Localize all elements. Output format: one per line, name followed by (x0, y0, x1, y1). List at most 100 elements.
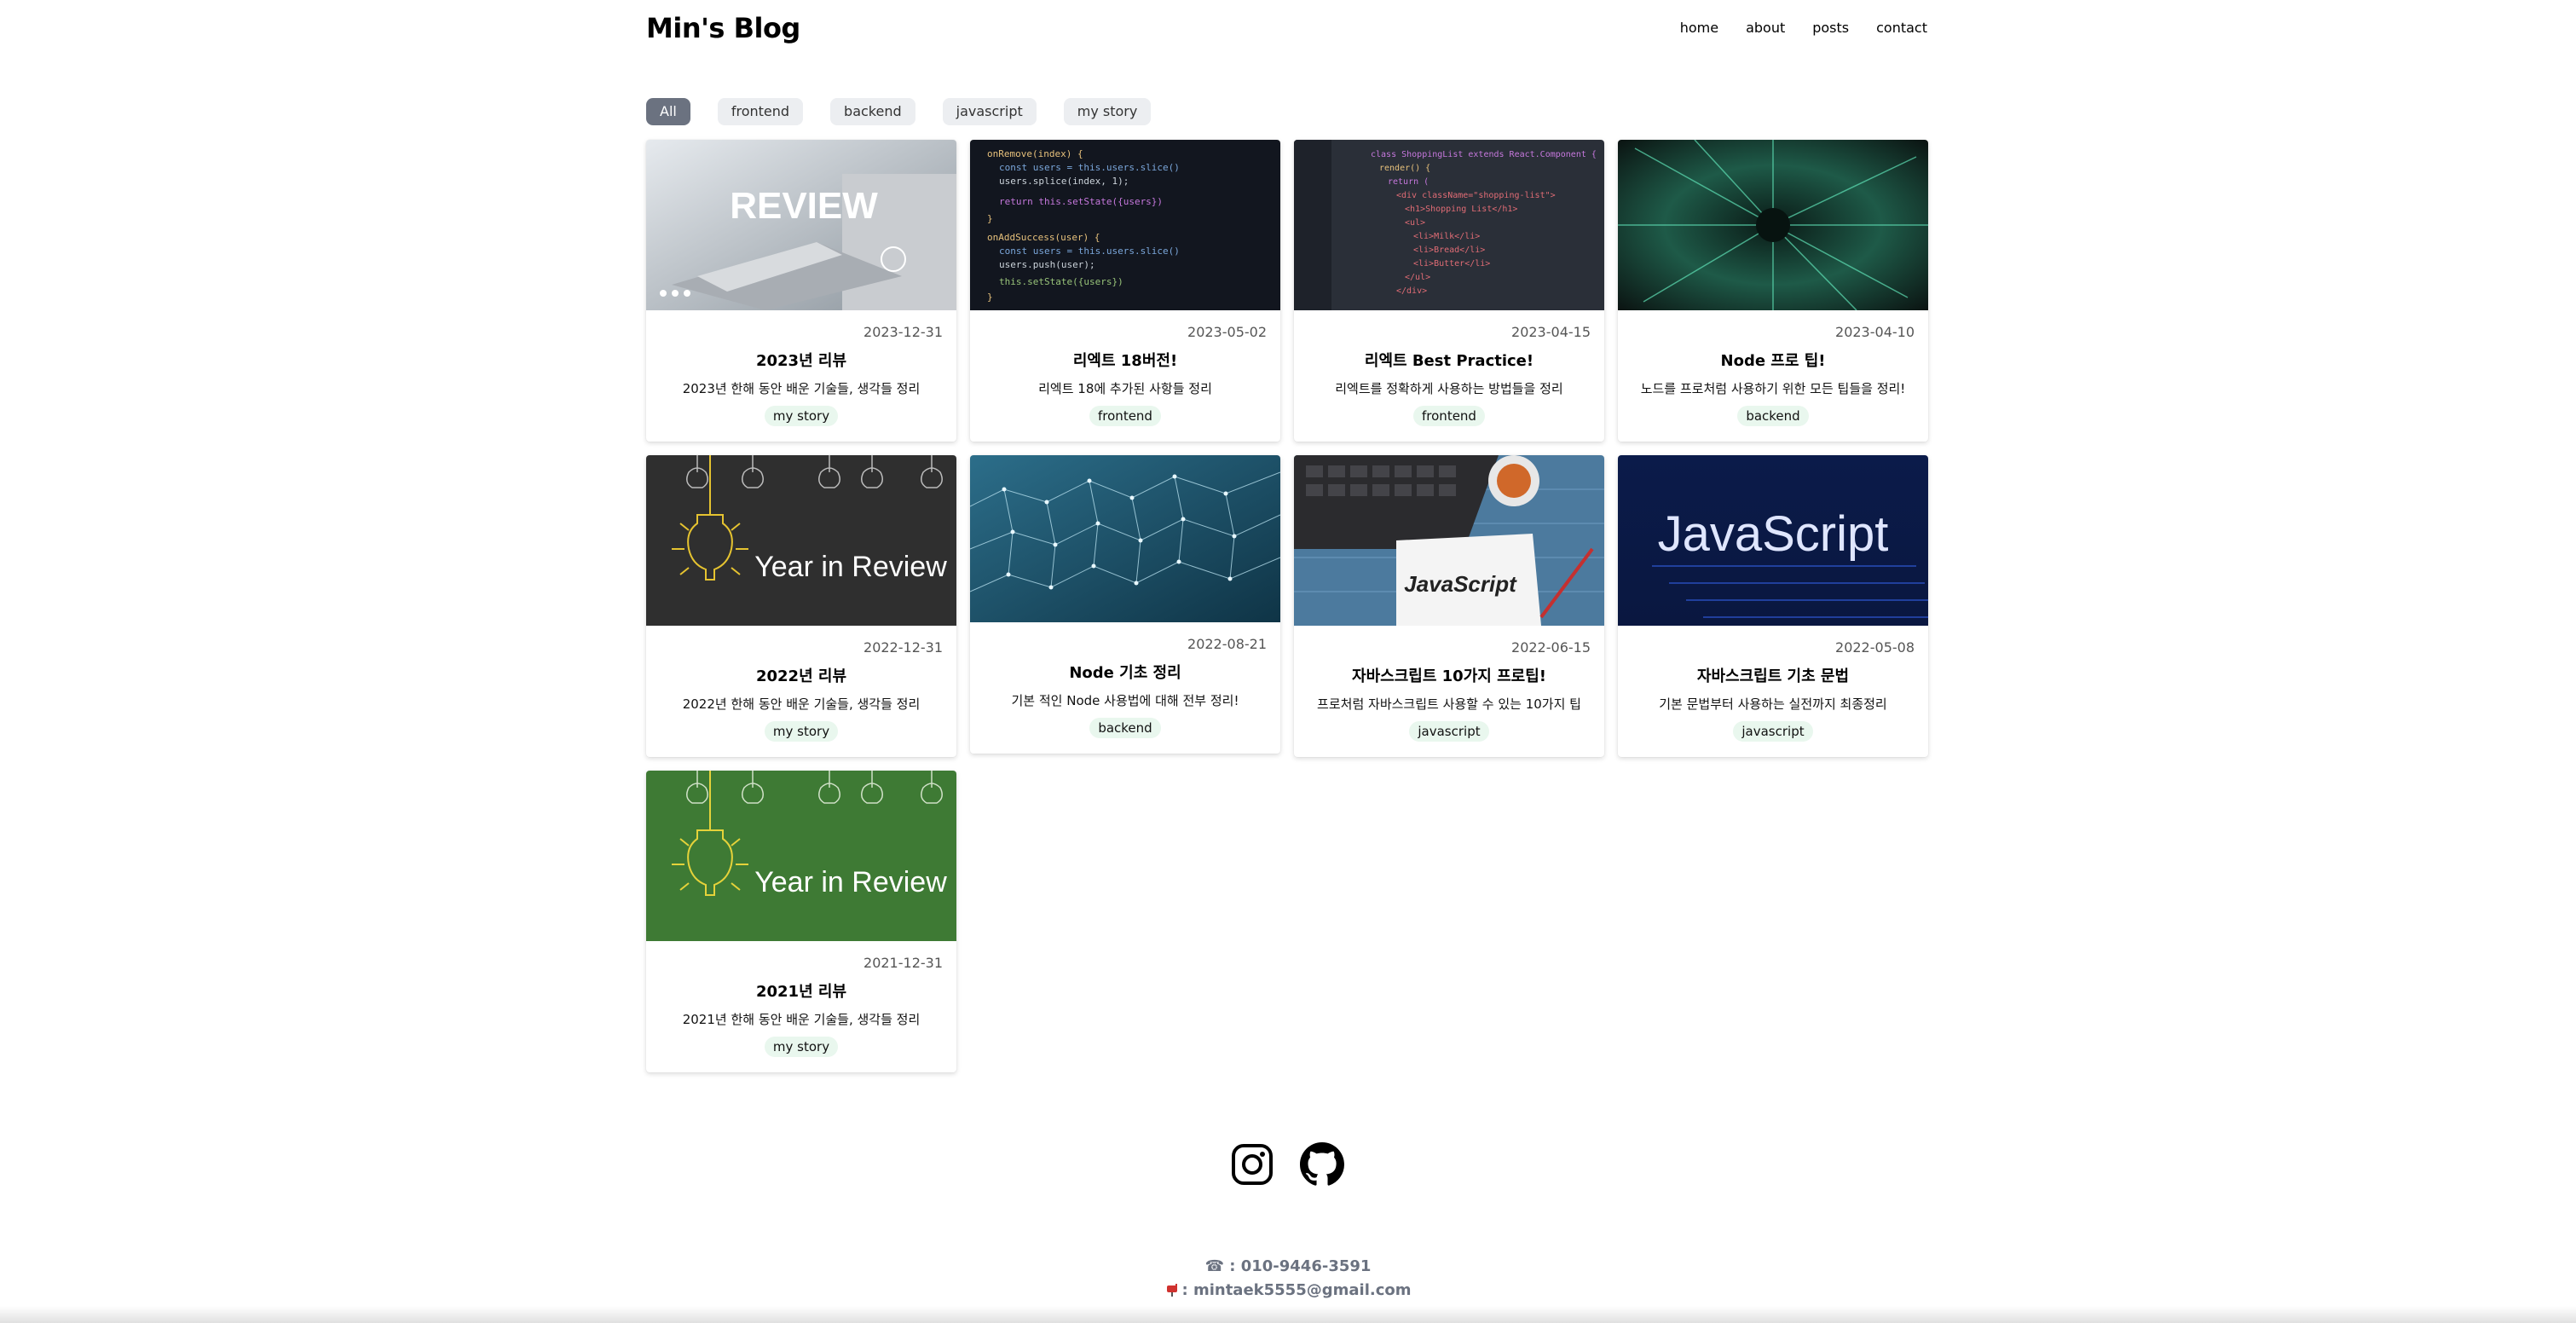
filter-chip-javascript[interactable]: javascript (942, 98, 1037, 125)
thumbnail-caption: Year in Review (754, 866, 947, 898)
post-date: 2022-12-31 (863, 639, 943, 656)
nav-contact-link[interactable]: contact (1876, 20, 1927, 36)
post-description: 2021년 한해 동안 배운 기술들, 생각들 정리 (682, 1012, 921, 1027)
post-card[interactable]: JavaScript 2022-06-15 자바스크립트 10가지 프로팁! 프… (1294, 455, 1604, 757)
post-category-tag: frontend (1089, 406, 1161, 426)
svg-text:}: } (987, 292, 993, 303)
post-thumbnail (1618, 140, 1928, 310)
thumbnail-caption: JavaScript (1658, 506, 1889, 562)
svg-text:<li>Bread</li>: <li>Bread</li> (1413, 246, 1485, 255)
post-card[interactable]: JavaScript 2022-05-08 자바스크립트 기초 문법 기본 문법… (1618, 455, 1928, 757)
post-thumbnail: Year in Review (646, 455, 956, 626)
category-filter-bar: All frontend backend javascript my story (646, 98, 1152, 125)
svg-text:users.push(user);: users.push(user); (999, 259, 1095, 270)
post-description: 2022년 한해 동안 배운 기술들, 생각들 정리 (682, 696, 921, 712)
post-category-tag: frontend (1413, 406, 1485, 426)
post-description: 기본 적인 Node 사용법에 대해 전부 정리! (1011, 693, 1239, 708)
site-logo[interactable]: Min's Blog (646, 12, 800, 44)
nav-posts-link[interactable]: posts (1812, 20, 1849, 36)
post-title: 2023년 리뷰 (755, 352, 847, 370)
contact-email-text: : mintaek5555@gmail.com (1181, 1281, 1412, 1299)
thumbnail-caption: Year in Review (754, 551, 947, 583)
post-title: Node 프로 팁! (1720, 352, 1826, 370)
post-date: 2023-05-02 (1187, 324, 1267, 340)
post-date: 2023-12-31 (863, 324, 943, 340)
svg-text:this.setState({users}): this.setState({users}) (999, 276, 1123, 287)
post-thumbnail: JavaScript (1294, 455, 1604, 626)
post-card[interactable]: REVIEW 2023-12-31 2023년 리뷰 2023년 한해 동안 배… (646, 140, 956, 442)
filter-chip-frontend[interactable]: frontend (717, 98, 804, 125)
post-title: Node 기초 정리 (1069, 664, 1181, 682)
post-category-tag: backend (1089, 718, 1161, 738)
post-card[interactable]: onRemove(index) { const users = this.use… (970, 140, 1280, 442)
nav-home-link[interactable]: home (1680, 20, 1718, 36)
post-thumbnail: JavaScript (1618, 455, 1928, 626)
post-category-tag: backend (1737, 406, 1809, 426)
svg-text:</ul>: </ul> (1405, 273, 1430, 282)
mailbox-icon (1165, 1282, 1181, 1302)
svg-text:<h1>Shopping List</h1>: <h1>Shopping List</h1> (1405, 205, 1517, 214)
post-card[interactable]: 2023-04-10 Node 프로 팁! 노드를 프로처럼 사용하기 위한 모… (1618, 140, 1928, 442)
post-description: 리엑트 18에 추가된 사항들 정리 (1038, 381, 1212, 396)
svg-text:return (: return ( (1388, 177, 1429, 187)
thumbnail-caption: JavaScript (1404, 571, 1517, 597)
bottom-shadow (0, 1306, 2576, 1323)
post-date: 2022-08-21 (1187, 636, 1267, 652)
post-thumbnail (970, 455, 1280, 622)
site-header: Min's Blog home about posts contact (646, 0, 1927, 60)
post-grid: REVIEW 2023-12-31 2023년 리뷰 2023년 한해 동안 배… (646, 140, 1928, 1072)
svg-text:const users = this.users.slice: const users = this.users.slice() (999, 162, 1180, 173)
github-icon[interactable] (1300, 1142, 1344, 1187)
post-card[interactable]: 2022-08-21 Node 기초 정리 기본 적인 Node 사용법에 대해… (970, 455, 1280, 754)
svg-text:<li>Milk</li>: <li>Milk</li> (1413, 232, 1480, 241)
post-card[interactable]: Year in Review 2021-12-31 2021년 리뷰 2021년… (646, 771, 956, 1072)
post-title: 자바스크립트 기초 문법 (1696, 667, 1850, 685)
filter-chip-all[interactable]: All (646, 98, 690, 125)
post-thumbnail: onRemove(index) { const users = this.use… (970, 140, 1280, 310)
svg-text:class ShoppingList extends Rea: class ShoppingList extends React.Compone… (1371, 150, 1597, 159)
post-description: 기본 문법부터 사용하는 실전까지 최종정리 (1659, 696, 1887, 712)
contact-phone: ☎ : 010-9446-3591 (1204, 1257, 1372, 1275)
svg-text:<ul>: <ul> (1405, 218, 1425, 228)
post-card[interactable]: class ShoppingList extends React.Compone… (1294, 140, 1604, 442)
svg-text:<li>Butter</li>: <li>Butter</li> (1413, 259, 1490, 269)
post-title: 리엑트 Best Practice! (1364, 352, 1534, 370)
post-title: 자바스크립트 10가지 프로팁! (1352, 667, 1546, 685)
svg-text:<div className="shopping-list": <div className="shopping-list"> (1396, 191, 1556, 200)
social-links (1230, 1142, 1344, 1187)
contact-email[interactable]: : mintaek5555@gmail.com (0, 1281, 2576, 1302)
svg-text:onRemove(index) {: onRemove(index) { (987, 148, 1083, 159)
post-date: 2023-04-10 (1835, 324, 1915, 340)
svg-text:</div>: </div> (1396, 286, 1427, 296)
post-description: 프로처럼 자바스크립트 사용할 수 있는 10가지 팁 (1317, 696, 1581, 712)
post-description: 노드를 프로처럼 사용하기 위한 모든 팁들을 정리! (1640, 381, 1906, 396)
post-category-tag: my story (764, 721, 839, 742)
instagram-icon[interactable] (1230, 1142, 1274, 1187)
post-thumbnail: class ShoppingList extends React.Compone… (1294, 140, 1604, 310)
svg-text:const users = this.users.slice: const users = this.users.slice() (999, 246, 1180, 257)
filter-chip-my-story[interactable]: my story (1063, 98, 1152, 125)
thumbnail-caption: REVIEW (730, 185, 878, 227)
post-description: 2023년 한해 동안 배운 기술들, 생각들 정리 (682, 381, 921, 396)
post-category-tag: javascript (1409, 721, 1489, 742)
svg-text:users.splice(index, 1);: users.splice(index, 1); (999, 176, 1129, 187)
post-description: 리엑트를 정확하게 사용하는 방법들을 정리 (1335, 381, 1563, 396)
post-category-tag: my story (764, 1037, 839, 1057)
post-title: 리엑트 18버전! (1072, 352, 1178, 370)
svg-text:}: } (987, 213, 993, 224)
post-date: 2021-12-31 (863, 955, 943, 971)
svg-text:render() {: render() { (1379, 164, 1430, 173)
nav-about-link[interactable]: about (1746, 20, 1785, 36)
svg-text:onAddSuccess(user) {: onAddSuccess(user) { (987, 232, 1100, 243)
filter-chip-backend[interactable]: backend (830, 98, 915, 125)
post-category-tag: my story (764, 406, 839, 426)
post-title: 2021년 리뷰 (755, 983, 847, 1001)
main-nav: home about posts contact (1680, 20, 1927, 36)
post-date: 2022-06-15 (1511, 639, 1591, 656)
post-category-tag: javascript (1733, 721, 1813, 742)
post-card[interactable]: Year in Review 2022-12-31 2022년 리뷰 2022년… (646, 455, 956, 757)
post-date: 2022-05-08 (1835, 639, 1915, 656)
svg-text:return this.setState({users}): return this.setState({users}) (999, 196, 1163, 207)
post-thumbnail: Year in Review (646, 771, 956, 941)
post-title: 2022년 리뷰 (755, 667, 847, 685)
